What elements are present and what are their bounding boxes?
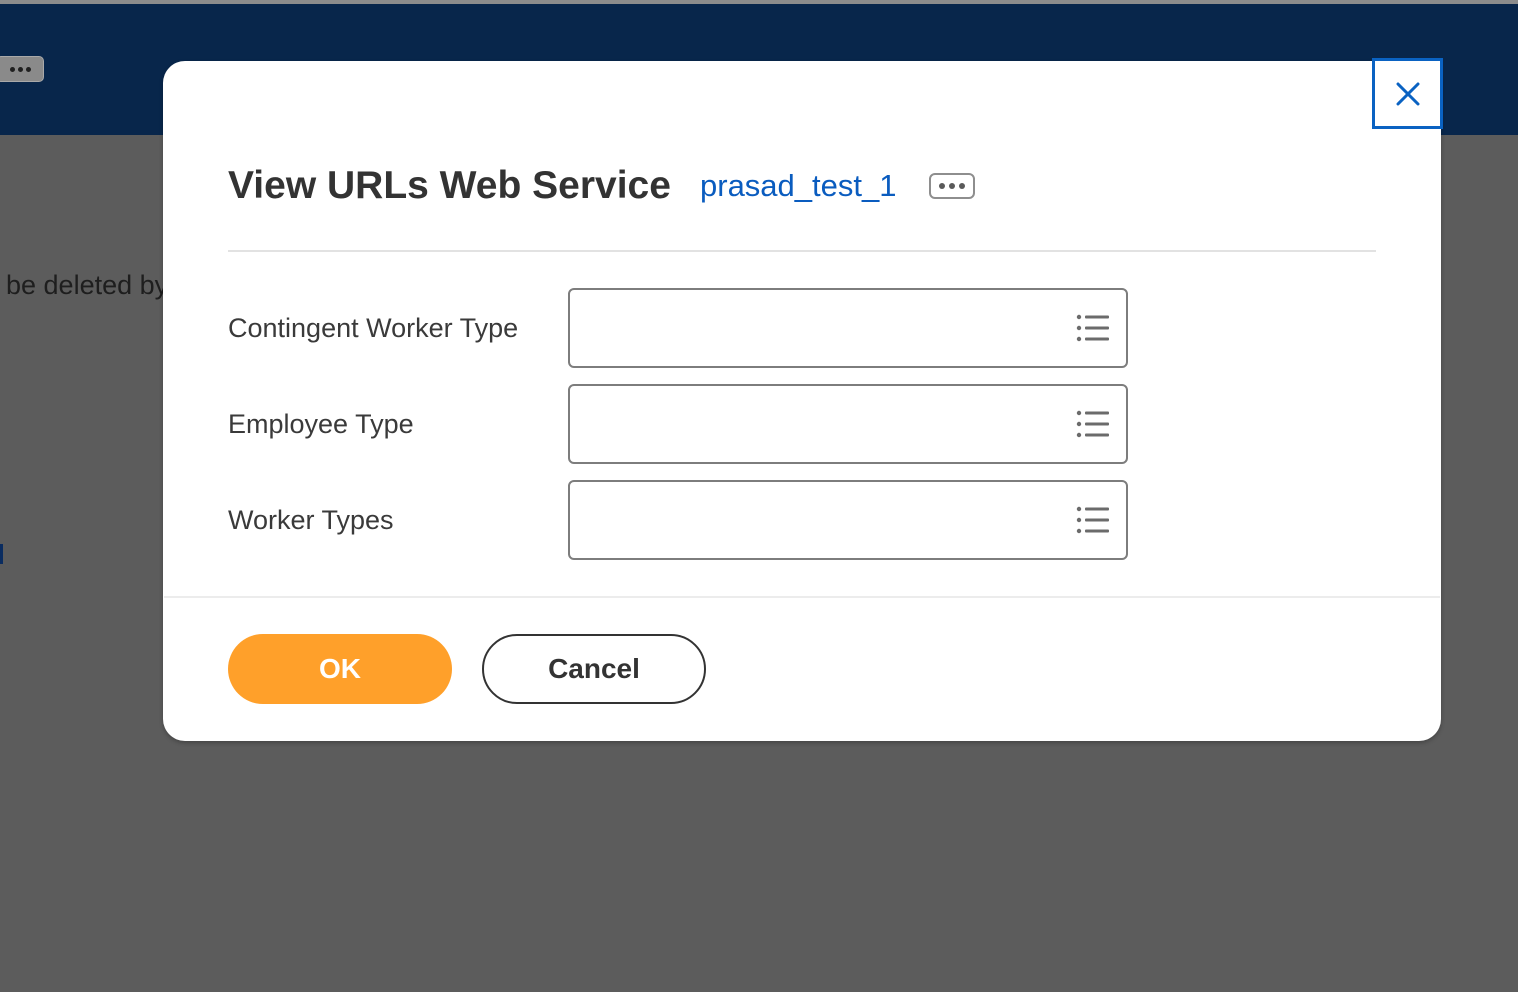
background-page-text: be deleted by [6,270,169,300]
worker-types-input[interactable] [568,480,1128,560]
background-page-marker [0,544,3,564]
related-actions-button[interactable] [929,173,975,199]
list-prompt-icon[interactable] [1076,313,1110,343]
ellipsis-icon [9,66,15,72]
related-object-link[interactable]: prasad_test_1 [700,166,896,206]
header-more-button[interactable] [0,56,44,82]
worker-types-label: Worker Types [228,505,394,535]
dialog-title: View URLs Web Service [228,164,671,207]
contingent-worker-type-label: Contingent Worker Type [228,313,519,343]
employee-type-label: Employee Type [228,409,414,439]
header-divider [228,250,1376,252]
ellipsis-icon [939,183,945,189]
close-icon [1396,82,1419,105]
contingent-worker-type-input[interactable] [568,288,1128,368]
cancel-button[interactable]: Cancel [482,634,706,704]
list-prompt-icon[interactable] [1076,409,1110,439]
close-button[interactable] [1372,58,1443,129]
list-prompt-icon[interactable] [1076,505,1110,535]
footer-divider [164,596,1440,598]
ok-button[interactable]: OK [228,634,452,704]
employee-type-input[interactable] [568,384,1128,464]
